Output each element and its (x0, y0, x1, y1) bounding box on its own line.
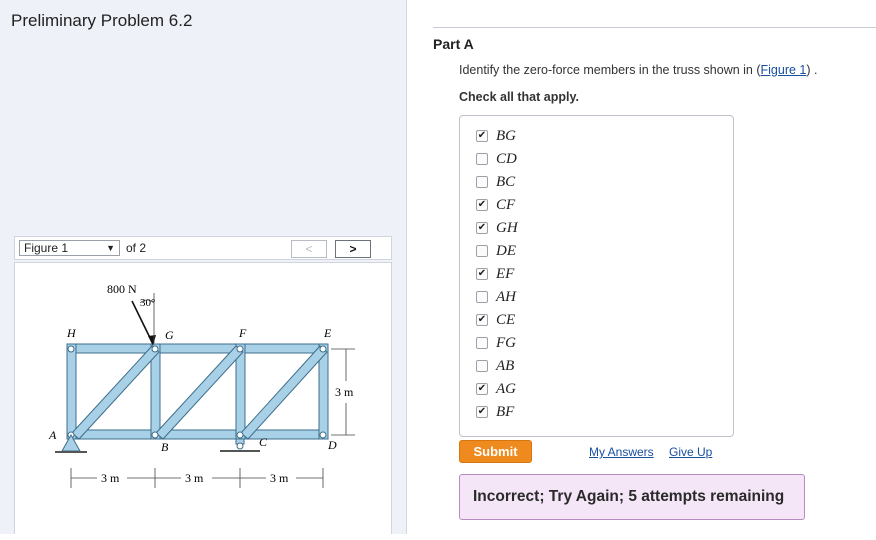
give-up-link[interactable]: Give Up (669, 445, 712, 459)
angle-label: 30° (140, 297, 155, 309)
submit-button[interactable]: Submit (459, 440, 532, 463)
width-dimension-label-3: 3 m (270, 471, 289, 485)
height-dimension-label: 3 m (335, 385, 354, 399)
part-title: Part A (433, 36, 474, 52)
member-bf (155, 345, 244, 440)
feedback-message: Incorrect; Try Again; 5 attempts remaini… (459, 474, 805, 520)
joint-f (236, 345, 244, 353)
checkbox[interactable]: ✔ (476, 130, 488, 142)
joint-c (236, 431, 244, 439)
figure-select-value: Figure 1 (24, 241, 69, 255)
instruction-text: Check all that apply. (459, 90, 579, 104)
member-ah (66, 343, 77, 440)
roller-support-icon (220, 438, 260, 452)
options-list: ✔ BG CD BC ✔ CF ✔ GH DE ✔ EF AH ✔ CE FG AB ✔ A… (459, 115, 734, 437)
checkbox[interactable]: ✔ (476, 268, 488, 280)
checkbox[interactable] (476, 245, 488, 257)
truss-figure: 800 N 30° H G F E A B C D 3 m 3 m 3 m 3 … (48, 282, 355, 488)
part-divider (433, 27, 876, 28)
joint-b (151, 431, 159, 439)
checkbox[interactable] (476, 176, 488, 188)
node-label-f: F (238, 326, 247, 340)
joint-h (67, 345, 75, 353)
figure-count: of 2 (126, 241, 147, 255)
truss-members (66, 343, 329, 440)
node-label-b: B (161, 440, 169, 454)
node-label-g: G (165, 328, 174, 342)
chevron-down-icon: ▼ (106, 243, 115, 253)
checkbox[interactable]: ✔ (476, 222, 488, 234)
figure-link[interactable]: Figure 1 (761, 63, 807, 77)
checkbox[interactable] (476, 153, 488, 165)
node-label-h: H (66, 326, 77, 340)
joint-e (319, 345, 327, 353)
my-answers-link[interactable]: My Answers (589, 445, 654, 459)
question-prefix: Identify the zero-force members in the t… (459, 63, 761, 77)
prev-figure-button[interactable]: < (291, 240, 327, 258)
checkbox[interactable] (476, 360, 488, 372)
figure-toolbar: Figure 1 ▼ of 2 < > (14, 236, 392, 260)
checkbox[interactable] (476, 337, 488, 349)
checkbox[interactable]: ✔ (476, 383, 488, 395)
checkbox[interactable]: ✔ (476, 199, 488, 211)
member-top-chord (66, 343, 328, 354)
width-dimension-label-2: 3 m (185, 471, 204, 485)
width-dimension-label-1: 3 m (101, 471, 120, 485)
problem-title: Preliminary Problem 6.2 (11, 11, 193, 30)
member-bottom-chord (66, 429, 328, 440)
figure-viewport: 800 N 30° H G F E A B C D 3 m 3 m 3 m 3 … (14, 262, 392, 534)
member-ce (240, 345, 328, 440)
node-label-c: C (259, 435, 268, 449)
question-text: Identify the zero-force members in the t… (459, 63, 817, 77)
figure-select[interactable]: Figure 1 ▼ (19, 240, 120, 256)
next-figure-button[interactable]: > (335, 240, 371, 258)
checkbox[interactable] (476, 291, 488, 303)
checkbox[interactable]: ✔ (476, 406, 488, 418)
checkbox[interactable]: ✔ (476, 314, 488, 326)
member-ag (71, 345, 160, 440)
joint-g (151, 345, 159, 353)
node-label-a: A (48, 428, 57, 442)
figure-panel: Preliminary Problem 6.2 Figure 1 ▼ of 2 … (0, 0, 407, 534)
question-suffix: ) . (806, 63, 818, 77)
node-label-d: D (327, 438, 337, 452)
load-label: 800 N (107, 282, 137, 296)
joint-d (319, 431, 327, 439)
node-label-e: E (323, 326, 332, 340)
